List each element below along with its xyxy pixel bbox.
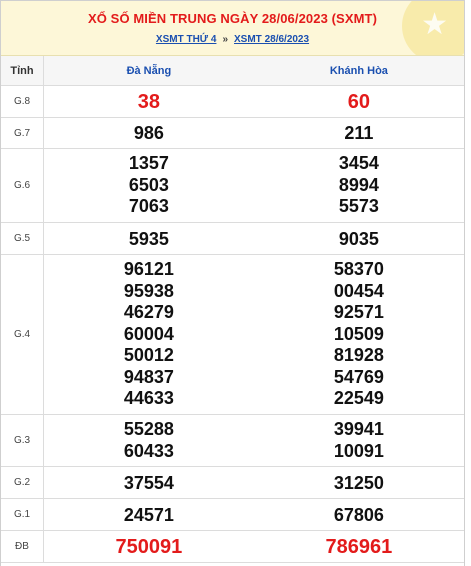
prize-number: 55288 xyxy=(123,419,174,439)
prize-number: 60004 xyxy=(123,323,174,344)
results-table: Tỉnh Đà Nẵng Khánh Hòa G.8 38 60 G.7 986… xyxy=(1,56,464,563)
page-title: XỔ SỐ MIỀN TRUNG NGÀY 28/06/2023 (SXMT) xyxy=(87,11,377,26)
prize-number: 31250 xyxy=(333,472,384,493)
prize-cell: 38 xyxy=(43,85,254,118)
prize-number: 96121 xyxy=(123,259,174,280)
prize-number: 3454 xyxy=(338,153,379,174)
table-row-g3: G.3 55288 60433 39941 10091 xyxy=(1,414,464,467)
prize-number: 60 xyxy=(347,90,370,113)
prize-cell: 37554 xyxy=(43,466,254,499)
prize-label: G.6 xyxy=(1,148,44,223)
prize-number: 94837 xyxy=(123,366,174,387)
prize-number: 7063 xyxy=(128,196,169,217)
prize-number: 95938 xyxy=(123,280,174,301)
prize-cell: 1357 6503 7063 xyxy=(43,148,254,223)
breadcrumb-separator: » xyxy=(222,34,229,45)
prize-label: G.5 xyxy=(1,222,44,255)
prize-number: 38 xyxy=(137,90,160,113)
prize-number: 10091 xyxy=(333,440,384,461)
prize-label: G.3 xyxy=(1,414,44,467)
table-header-row: Tỉnh Đà Nẵng Khánh Hòa xyxy=(1,56,464,86)
breadcrumb: XSMT THỨ 4 » XSMT 28/6/2023 xyxy=(1,34,464,45)
prize-label: G.8 xyxy=(1,85,44,118)
table-row-g5: G.5 5935 9035 xyxy=(1,222,464,255)
link-xsmt-date[interactable]: XSMT 28/6/2023 xyxy=(234,34,309,45)
prize-label: G.1 xyxy=(1,498,44,531)
prize-cell: 750091 xyxy=(43,530,254,563)
column-header-khanh-hoa[interactable]: Khánh Hòa xyxy=(253,56,464,86)
prize-cell: 3454 8994 5573 xyxy=(253,148,464,223)
prize-cell: 24571 xyxy=(43,498,254,531)
prize-cell: 31250 xyxy=(253,466,464,499)
prize-cell: 60 xyxy=(253,85,464,118)
table-row-g6: G.6 1357 6503 7063 3454 8994 5573 xyxy=(1,148,464,223)
prize-number: 24571 xyxy=(123,504,174,525)
table-row-special: ĐB 750091 786961 xyxy=(1,530,464,563)
prize-cell: 96121 95938 46279 60004 50012 94837 4463… xyxy=(43,254,254,415)
prize-number: 54769 xyxy=(333,366,384,387)
prize-cell: 786961 xyxy=(253,530,464,563)
table-row-g2: G.2 37554 31250 xyxy=(1,466,464,499)
prize-number: 67806 xyxy=(333,504,384,525)
special-prize-number: 786961 xyxy=(325,535,393,558)
table-row-g7: G.7 986 211 xyxy=(1,117,464,149)
table-row-g8: G.8 38 60 xyxy=(1,85,464,118)
prize-number: 9035 xyxy=(338,228,379,249)
prize-number: 44633 xyxy=(123,388,174,409)
prize-number: 58370 xyxy=(333,259,384,280)
prize-number: 986 xyxy=(133,123,164,143)
results-panel: ★ XỔ SỐ MIỀN TRUNG NGÀY 28/06/2023 (SXMT… xyxy=(0,0,465,566)
prize-label: G.2 xyxy=(1,466,44,499)
prize-number: 81928 xyxy=(333,345,384,366)
prize-number: 10509 xyxy=(333,323,384,344)
prize-cell: 67806 xyxy=(253,498,464,531)
column-header-da-nang[interactable]: Đà Nẵng xyxy=(43,56,254,86)
prize-cell: 55288 60433 xyxy=(43,414,254,467)
special-prize-number: 750091 xyxy=(115,535,183,558)
prize-label: G.4 xyxy=(1,254,44,415)
prize-cell: 9035 xyxy=(253,222,464,255)
prize-label: G.7 xyxy=(1,117,44,149)
prize-number: 6503 xyxy=(128,174,169,195)
table-row-g4: G.4 96121 95938 46279 60004 50012 94837 … xyxy=(1,254,464,415)
prize-number: 5935 xyxy=(128,228,169,249)
prize-number: 00454 xyxy=(333,280,384,301)
prize-cell: 5935 xyxy=(43,222,254,255)
link-xsmt-weekday[interactable]: XSMT THỨ 4 xyxy=(156,34,217,45)
prize-number: 22549 xyxy=(333,388,384,409)
prize-number: 1357 xyxy=(128,153,169,174)
prize-number: 5573 xyxy=(338,196,379,217)
prize-number: 60433 xyxy=(123,440,174,461)
prize-cell: 986 xyxy=(43,117,254,149)
prize-number: 37554 xyxy=(123,472,174,493)
column-header-province: Tỉnh xyxy=(1,56,44,86)
prize-cell: 39941 10091 xyxy=(253,414,464,467)
results-header: ★ XỔ SỐ MIỀN TRUNG NGÀY 28/06/2023 (SXMT… xyxy=(1,1,464,56)
prize-cell: 58370 00454 92571 10509 81928 54769 2254… xyxy=(253,254,464,415)
table-row-g1: G.1 24571 67806 xyxy=(1,498,464,531)
prize-number: 50012 xyxy=(123,345,174,366)
prize-number: 92571 xyxy=(333,302,384,323)
prize-number: 8994 xyxy=(338,174,379,195)
prize-number: 39941 xyxy=(333,419,384,439)
prize-number: 211 xyxy=(344,123,374,143)
prize-label: ĐB xyxy=(1,530,44,563)
prize-number: 46279 xyxy=(123,302,174,323)
prize-cell: 211 xyxy=(253,117,464,149)
